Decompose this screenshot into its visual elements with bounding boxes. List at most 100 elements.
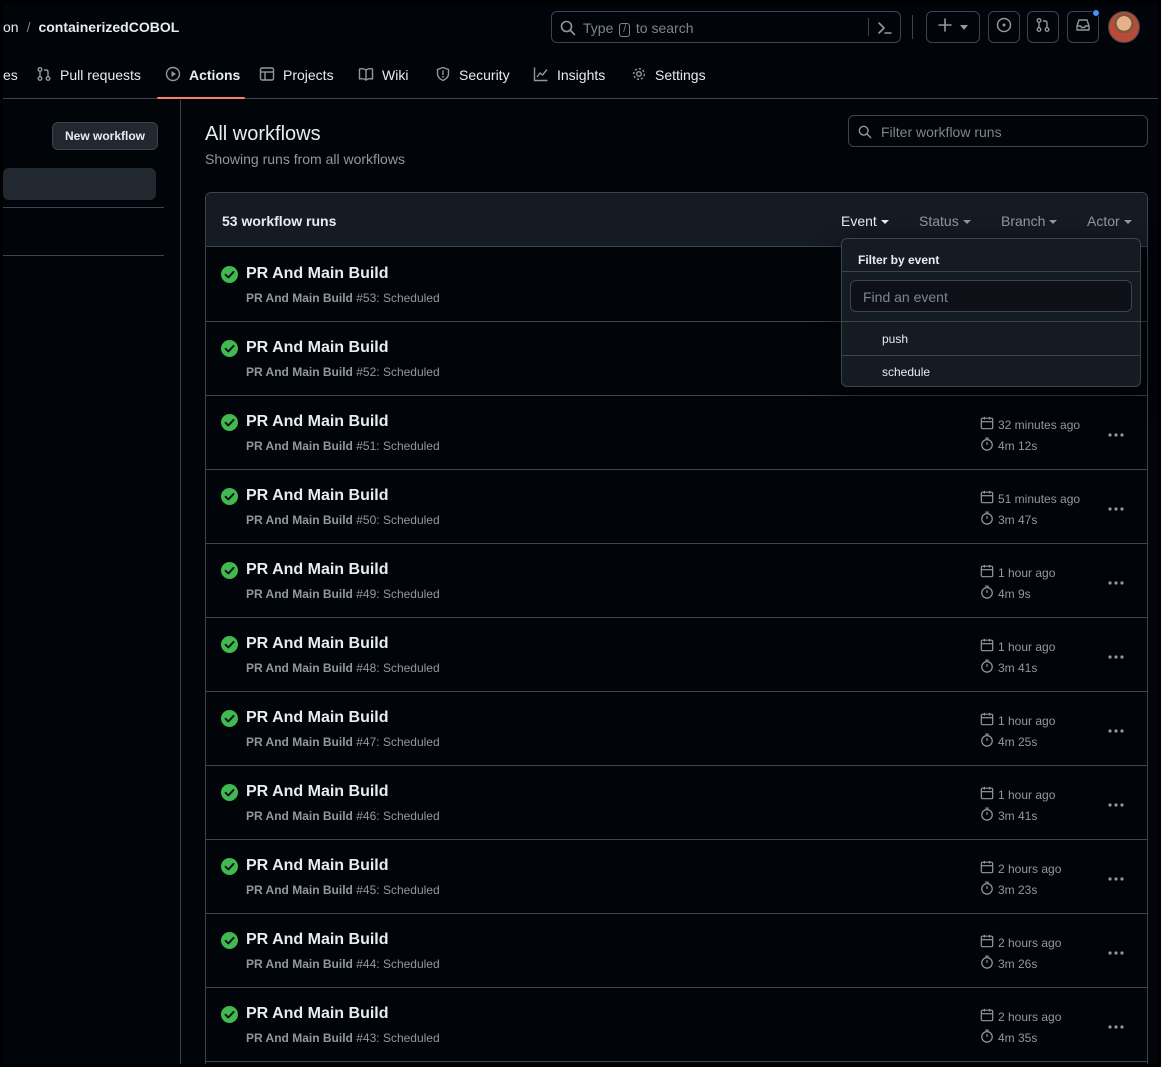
run-timestamp: 51 minutes ago xyxy=(980,490,1080,507)
run-title[interactable]: PR And Main Build xyxy=(246,265,389,283)
table-row[interactable]: PR And Main Build PR And Main Build #43: … xyxy=(206,988,1147,1062)
tab-code[interactable]: es xyxy=(3,51,18,99)
tab-actions[interactable]: Actions xyxy=(165,51,240,99)
run-title[interactable]: PR And Main Build xyxy=(246,561,389,579)
dropdown-divider xyxy=(842,271,1140,272)
tab-projects[interactable]: Projects xyxy=(259,51,334,99)
check-circle-icon xyxy=(221,340,238,362)
play-icon xyxy=(165,66,189,85)
run-title[interactable]: PR And Main Build xyxy=(246,931,389,949)
kebab-horizontal-icon[interactable] xyxy=(1108,794,1124,812)
table-row[interactable]: PR And Main Build PR And Main Build #46: … xyxy=(206,766,1147,840)
breadcrumb: on / containerizedCOBOL xyxy=(3,19,179,35)
breadcrumb-owner[interactable]: on xyxy=(3,19,19,35)
tab-insights[interactable]: Insights xyxy=(533,51,605,99)
stopwatch-icon xyxy=(980,659,998,676)
table-row[interactable]: PR And Main Build PR And Main Build #49: … xyxy=(206,544,1147,618)
sidebar-divider xyxy=(3,255,164,256)
tab-settings[interactable]: Settings xyxy=(631,51,706,99)
pull-requests-button[interactable] xyxy=(1027,11,1059,43)
run-title[interactable]: PR And Main Build xyxy=(246,635,389,653)
search-icon xyxy=(858,125,872,144)
kebab-horizontal-icon[interactable] xyxy=(1108,572,1124,590)
check-circle-icon xyxy=(221,710,238,732)
tab-label: Wiki xyxy=(382,67,409,83)
tab-label: Security xyxy=(459,67,510,83)
kebab-horizontal-icon[interactable] xyxy=(1108,498,1124,516)
kebab-horizontal-icon[interactable] xyxy=(1108,646,1124,664)
run-duration: 3m 26s xyxy=(980,955,1037,972)
find-event-placeholder: Find an event xyxy=(863,289,948,305)
active-tab-underline xyxy=(157,97,245,99)
calendar-icon xyxy=(980,934,998,951)
run-meta: PR And Main Build #50: Scheduled xyxy=(246,513,440,527)
chevron-down-icon xyxy=(960,18,968,36)
branch-filter-button[interactable]: Branch xyxy=(1001,213,1058,229)
search-input[interactable]: Type / to search xyxy=(551,11,901,43)
kebab-horizontal-icon[interactable] xyxy=(1108,424,1124,442)
check-circle-icon xyxy=(221,488,238,510)
run-title[interactable]: PR And Main Build xyxy=(246,413,389,431)
table-row[interactable]: PR And Main Build PR And Main Build #48: … xyxy=(206,618,1147,692)
workflows-sidebar: New workflow xyxy=(3,100,181,1064)
kebab-horizontal-icon[interactable] xyxy=(1108,942,1124,960)
table-row[interactable]: PR And Main Build PR And Main Build #47: … xyxy=(206,692,1147,766)
run-title[interactable]: PR And Main Build xyxy=(246,709,389,727)
calendar-icon xyxy=(980,1008,998,1025)
tab-security[interactable]: Security xyxy=(435,51,510,99)
chevron-down-icon xyxy=(1049,220,1058,224)
check-circle-icon xyxy=(221,784,238,806)
kebab-horizontal-icon[interactable] xyxy=(1108,1016,1124,1034)
tab-pull-requests[interactable]: Pull requests xyxy=(36,51,141,99)
stopwatch-icon xyxy=(980,437,998,454)
run-duration: 3m 23s xyxy=(980,881,1037,898)
book-icon xyxy=(358,66,382,85)
find-event-input[interactable]: Find an event xyxy=(850,280,1132,312)
run-meta: PR And Main Build #51: Scheduled xyxy=(246,439,440,453)
dropdown-divider xyxy=(842,321,1140,322)
graph-icon xyxy=(533,66,557,85)
sidebar-item-all-workflows[interactable] xyxy=(3,168,156,200)
check-circle-icon xyxy=(221,562,238,584)
filter-workflow-runs-input[interactable]: Filter workflow runs xyxy=(848,115,1148,147)
table-row[interactable]: PR And Main Build PR And Main Build #50: … xyxy=(206,470,1147,544)
git-pull-request-icon xyxy=(1035,17,1051,38)
stopwatch-icon xyxy=(980,955,998,972)
run-title[interactable]: PR And Main Build xyxy=(246,783,389,801)
runs-count: 53 workflow runs xyxy=(222,213,337,229)
actor-filter-button[interactable]: Actor xyxy=(1087,213,1132,229)
run-title[interactable]: PR And Main Build xyxy=(246,857,389,875)
create-new-button[interactable] xyxy=(926,11,980,43)
run-title[interactable]: PR And Main Build xyxy=(246,1005,389,1023)
kebab-horizontal-icon[interactable] xyxy=(1108,868,1124,886)
event-filter-button[interactable]: Event xyxy=(841,213,889,229)
tab-label: es xyxy=(3,67,18,83)
command-palette-icon[interactable] xyxy=(876,19,894,42)
dropdown-item-push[interactable]: push xyxy=(842,323,1140,355)
calendar-icon xyxy=(980,786,998,803)
dropdown-title: Filter by event xyxy=(858,253,940,267)
run-meta: PR And Main Build #47: Scheduled xyxy=(246,735,440,749)
kebab-horizontal-icon[interactable] xyxy=(1108,720,1124,738)
dropdown-item-schedule[interactable]: schedule xyxy=(842,356,1140,388)
new-workflow-button[interactable]: New workflow xyxy=(52,122,159,150)
app-frame: on / containerizedCOBOL Type / to search xyxy=(3,3,1158,1064)
table-row[interactable]: PR And Main Build PR And Main Build #45: … xyxy=(206,840,1147,914)
run-title[interactable]: PR And Main Build xyxy=(246,339,389,357)
issues-button[interactable] xyxy=(988,11,1020,43)
stopwatch-icon xyxy=(980,511,998,528)
issue-opened-icon xyxy=(996,17,1012,38)
status-filter-button[interactable]: Status xyxy=(919,213,971,229)
tab-label: Settings xyxy=(655,67,706,83)
avatar[interactable] xyxy=(1108,11,1140,43)
table-row[interactable]: PR And Main Build PR And Main Build #44: … xyxy=(206,914,1147,988)
tab-wiki[interactable]: Wiki xyxy=(358,51,408,99)
run-timestamp: 2 hours ago xyxy=(980,1008,1061,1025)
breadcrumb-repo[interactable]: containerizedCOBOL xyxy=(38,19,179,35)
run-title[interactable]: PR And Main Build xyxy=(246,487,389,505)
search-shortcut-key: / xyxy=(619,23,631,37)
calendar-icon xyxy=(980,712,998,729)
table-row[interactable]: PR And Main Build PR And Main Build #51: … xyxy=(206,396,1147,470)
search-icon xyxy=(560,20,576,41)
run-duration: 3m 41s xyxy=(980,659,1037,676)
